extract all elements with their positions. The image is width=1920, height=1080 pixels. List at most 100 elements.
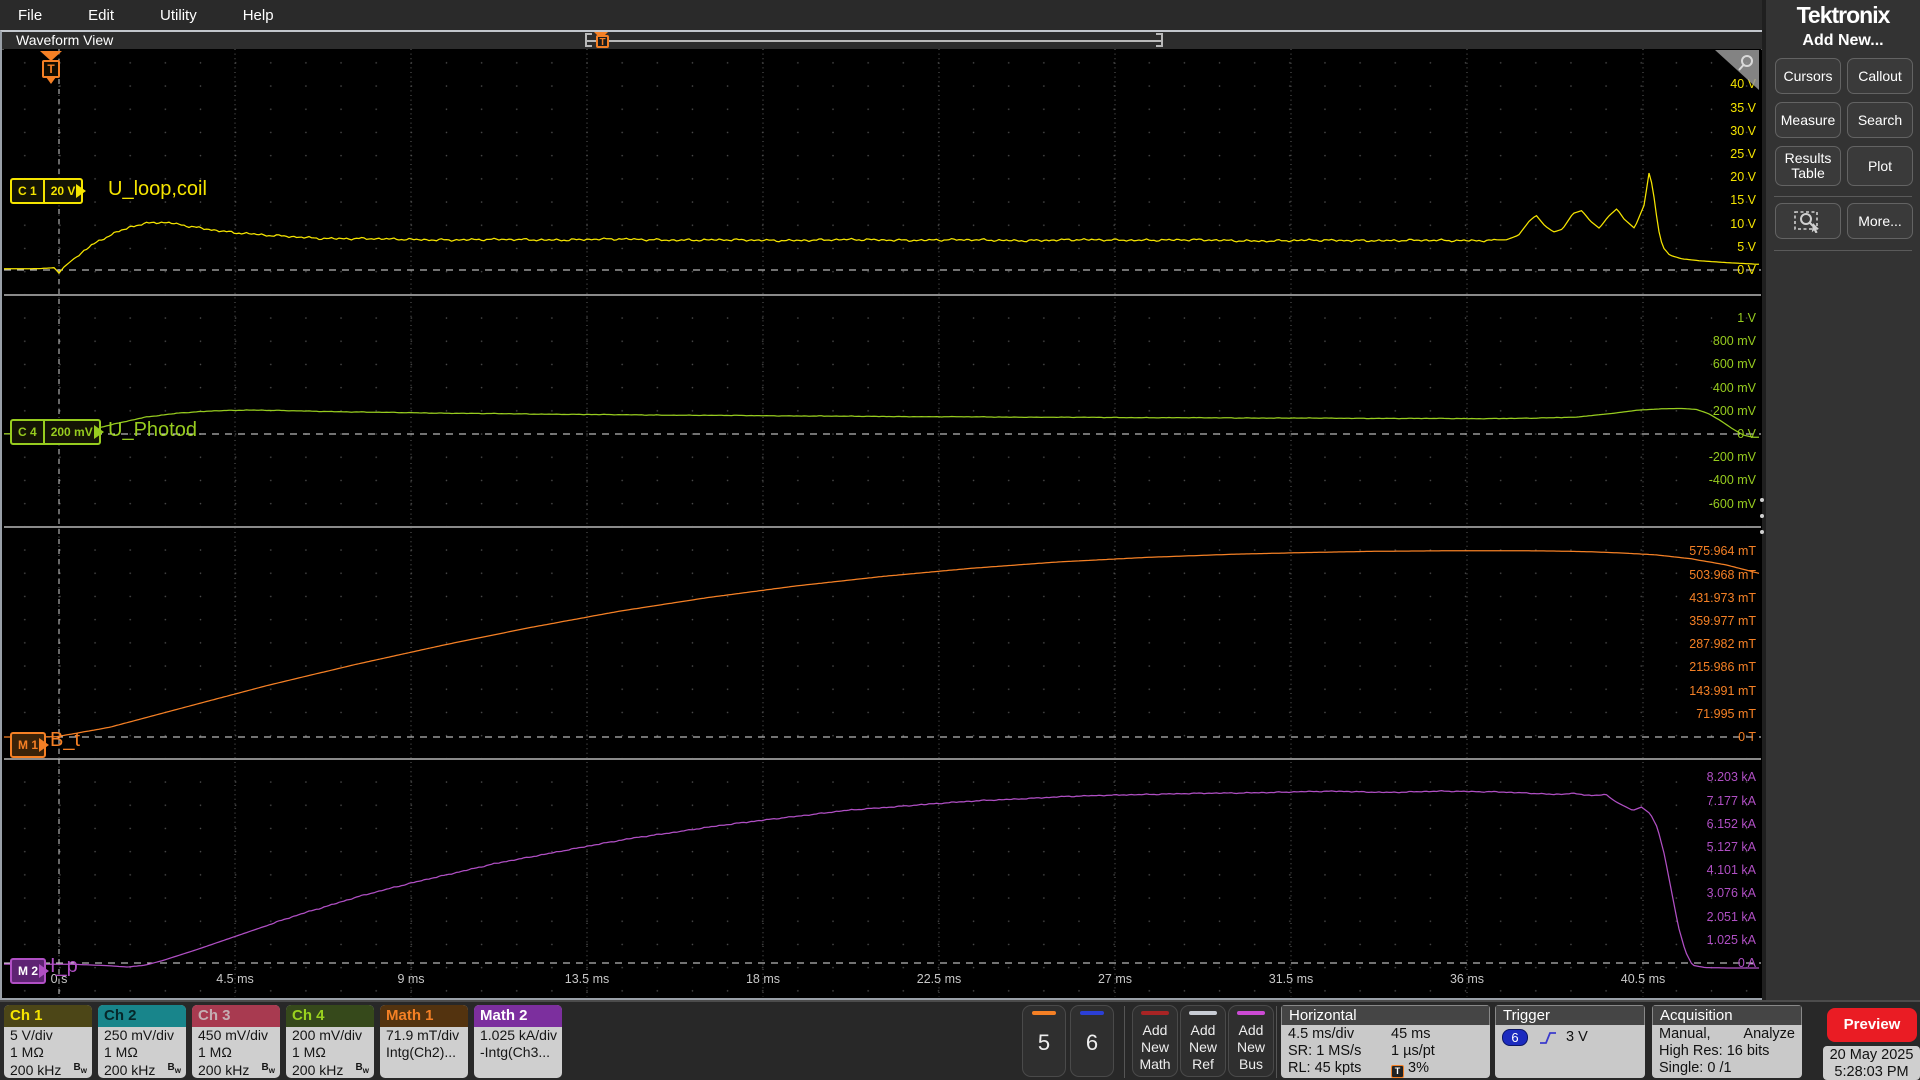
sample-rate: SR: 1 MS/s [1288, 1043, 1362, 1059]
ch1-scale: 5 V/div [10, 1027, 53, 1043]
bus-color-stripe [1237, 1011, 1265, 1015]
math2-badge[interactable]: M 2 [10, 958, 47, 984]
ch4-impedance: 1 MΩ [292, 1043, 326, 1060]
settings-bar: Ch 1 5 V/div 1 MΩ 200 kHz Bw Ch 2 250 mV/… [0, 1000, 1920, 1080]
math1-badge[interactable]: M 1 [10, 732, 47, 758]
cursors-button[interactable]: Cursors [1775, 58, 1841, 94]
waveform-view: Waveform View T 40 V 35 V 30 V 25 V 20 V 15 V… [0, 30, 1762, 1000]
menu-edit[interactable]: Edit [88, 7, 114, 24]
waveform-graticule [4, 49, 1761, 997]
acquisition-resolution: High Res: 16 bits [1659, 1043, 1770, 1059]
slider-track[interactable] [585, 40, 1163, 42]
plot-button[interactable]: Plot [1847, 146, 1913, 186]
horizontal-scale: 4.5 ms/div [1288, 1026, 1355, 1042]
menu-utility[interactable]: Utility [160, 7, 197, 24]
horizontal-window: 45 ms [1391, 1026, 1431, 1042]
separator [1276, 1006, 1277, 1078]
ch3-scale: 450 mV/div [198, 1027, 269, 1043]
ch1-trace-name[interactable]: U_loop,coil [108, 178, 207, 201]
sample-resolution: 1 µs/pt [1391, 1043, 1435, 1059]
add-new-math-button[interactable]: Add New Math [1132, 1005, 1178, 1077]
math2-badge-id: M 2 [18, 964, 39, 978]
ch3-settings-badge[interactable]: Ch 3 450 mV/div 1 MΩ 200 kHz Bw [192, 1005, 280, 1078]
acquisition-mode: Manual, [1659, 1026, 1711, 1042]
ch4-bandwidth: 200 kHz Bw [292, 1061, 369, 1078]
menu-help[interactable]: Help [243, 7, 274, 24]
ch1-impedance: 1 MΩ [10, 1043, 44, 1060]
bandwidth-limit-icon: Bw [167, 1062, 181, 1075]
date-time-display[interactable]: 20 May 2025 5:28:03 PM [1823, 1046, 1920, 1080]
math-color-stripe [1141, 1011, 1169, 1015]
zoom-select-button[interactable] [1775, 203, 1841, 239]
ch1-scale-badge[interactable]: C 1 20 V [10, 178, 84, 204]
trigger-position-flag[interactable]: T [40, 51, 62, 85]
add-new-bus-button[interactable]: Add New Bus [1228, 1005, 1274, 1077]
ch1-label: Ch 1 [4, 1005, 92, 1027]
slot6-color-stripe [1080, 1011, 1104, 1015]
trigger-t-icon: T [42, 60, 60, 78]
add-new-ref-button[interactable]: Add New Ref [1180, 1005, 1226, 1077]
slot5-color-stripe [1032, 1011, 1056, 1015]
waveform-slot-5-button[interactable]: 5 [1022, 1005, 1066, 1077]
bandwidth-limit-icon: Bw [355, 1062, 369, 1075]
horizontal-title: Horizontal [1281, 1005, 1490, 1025]
splitter-grip-icon[interactable] [1758, 498, 1766, 534]
ch1-settings-badge[interactable]: Ch 1 5 V/div 1 MΩ 200 kHz Bw [4, 1005, 92, 1078]
menu-file[interactable]: File [18, 7, 42, 24]
math1-badge-id: M 1 [18, 738, 39, 752]
ch1-bandwidth: 200 kHz Bw [10, 1061, 87, 1078]
callout-button[interactable]: Callout [1847, 58, 1913, 94]
ch3-bandwidth: 200 kHz Bw [198, 1061, 275, 1078]
ch4-trace-name[interactable]: U_Photod [108, 419, 197, 442]
acquisition-panel[interactable]: Acquisition Manual, Analyze High Res: 16 … [1652, 1005, 1802, 1078]
bandwidth-limit-icon: Bw [261, 1062, 275, 1075]
oscilloscope-app: File Edit Utility Help Waveform View T 4… [0, 0, 1920, 1080]
math2-trace-name[interactable]: I_p [50, 955, 78, 978]
search-button[interactable]: Search [1847, 102, 1913, 138]
math2-settings-badge[interactable]: Math 2 1.025 kA/div -Intg(Ch3... [474, 1005, 562, 1078]
waveform-slot-6-button[interactable]: 6 [1070, 1005, 1114, 1077]
trigger-panel[interactable]: Trigger 6 3 V [1495, 1005, 1645, 1078]
math1-expression: Intg(Ch2)... [386, 1043, 457, 1060]
trigger-position: T 3% [1391, 1060, 1429, 1078]
slider-trigger-icon[interactable]: T [596, 35, 609, 48]
rising-edge-icon [1540, 1031, 1556, 1044]
math1-label: Math 1 [380, 1005, 468, 1027]
ch4-badge-scale: 200 mV [42, 421, 99, 443]
date: 20 May 2025 [1829, 1047, 1914, 1063]
ch4-label: Ch 4 [286, 1005, 374, 1027]
bandwidth-limit-icon: Bw [73, 1062, 87, 1075]
trigger-tail-icon [46, 77, 56, 89]
ref-color-stripe [1189, 1011, 1217, 1015]
trigger-t-icon: T [1391, 1065, 1404, 1078]
record-length: RL: 45 kpts [1288, 1060, 1362, 1076]
add-new-header: Add New... [1802, 32, 1884, 49]
slider-right-bracket [1156, 33, 1163, 47]
right-panel: Tektronix Add New... Cursors Callout Mea… [1766, 0, 1920, 1000]
more-button[interactable]: More... [1847, 203, 1913, 239]
horizontal-panel[interactable]: Horizontal 4.5 ms/div 45 ms SR: 1 MS/s 1 µ… [1281, 1005, 1490, 1078]
math1-trace-name[interactable]: B_t [50, 729, 80, 752]
ch4-settings-badge[interactable]: Ch 4 200 mV/div 1 MΩ 200 kHz Bw [286, 1005, 374, 1078]
slider-left-bracket [585, 33, 592, 47]
separator [1774, 250, 1912, 251]
separator [1124, 1006, 1125, 1078]
measure-button[interactable]: Measure [1775, 102, 1841, 138]
ch2-bandwidth: 200 kHz Bw [104, 1061, 181, 1078]
results-table-button[interactable]: Results Table [1775, 146, 1841, 186]
ch1-badge-id: C 1 [18, 184, 37, 198]
trigger-level: 3 V [1566, 1029, 1588, 1045]
preview-button[interactable]: Preview [1827, 1008, 1917, 1042]
ch4-badge-id: C 4 [18, 425, 37, 439]
horizontal-position-slider[interactable]: T [585, 32, 1163, 48]
math1-settings-badge[interactable]: Math 1 71.9 mT/div Intg(Ch2)... [380, 1005, 468, 1078]
waveform-view-titlebar: Waveform View T [2, 32, 1762, 50]
math1-scale: 71.9 mT/div [386, 1027, 460, 1043]
acquisition-single-count: Single: 0 /1 [1659, 1060, 1732, 1076]
ch3-impedance: 1 MΩ [198, 1043, 232, 1060]
ch2-settings-badge[interactable]: Ch 2 250 mV/div 1 MΩ 200 kHz Bw [98, 1005, 186, 1078]
ch4-scale: 200 mV/div [292, 1027, 363, 1043]
zoom-select-icon [1794, 211, 1819, 233]
menu-bar: File Edit Utility Help [0, 0, 1762, 30]
ch4-scale-badge[interactable]: C 4 200 mV [10, 419, 101, 445]
